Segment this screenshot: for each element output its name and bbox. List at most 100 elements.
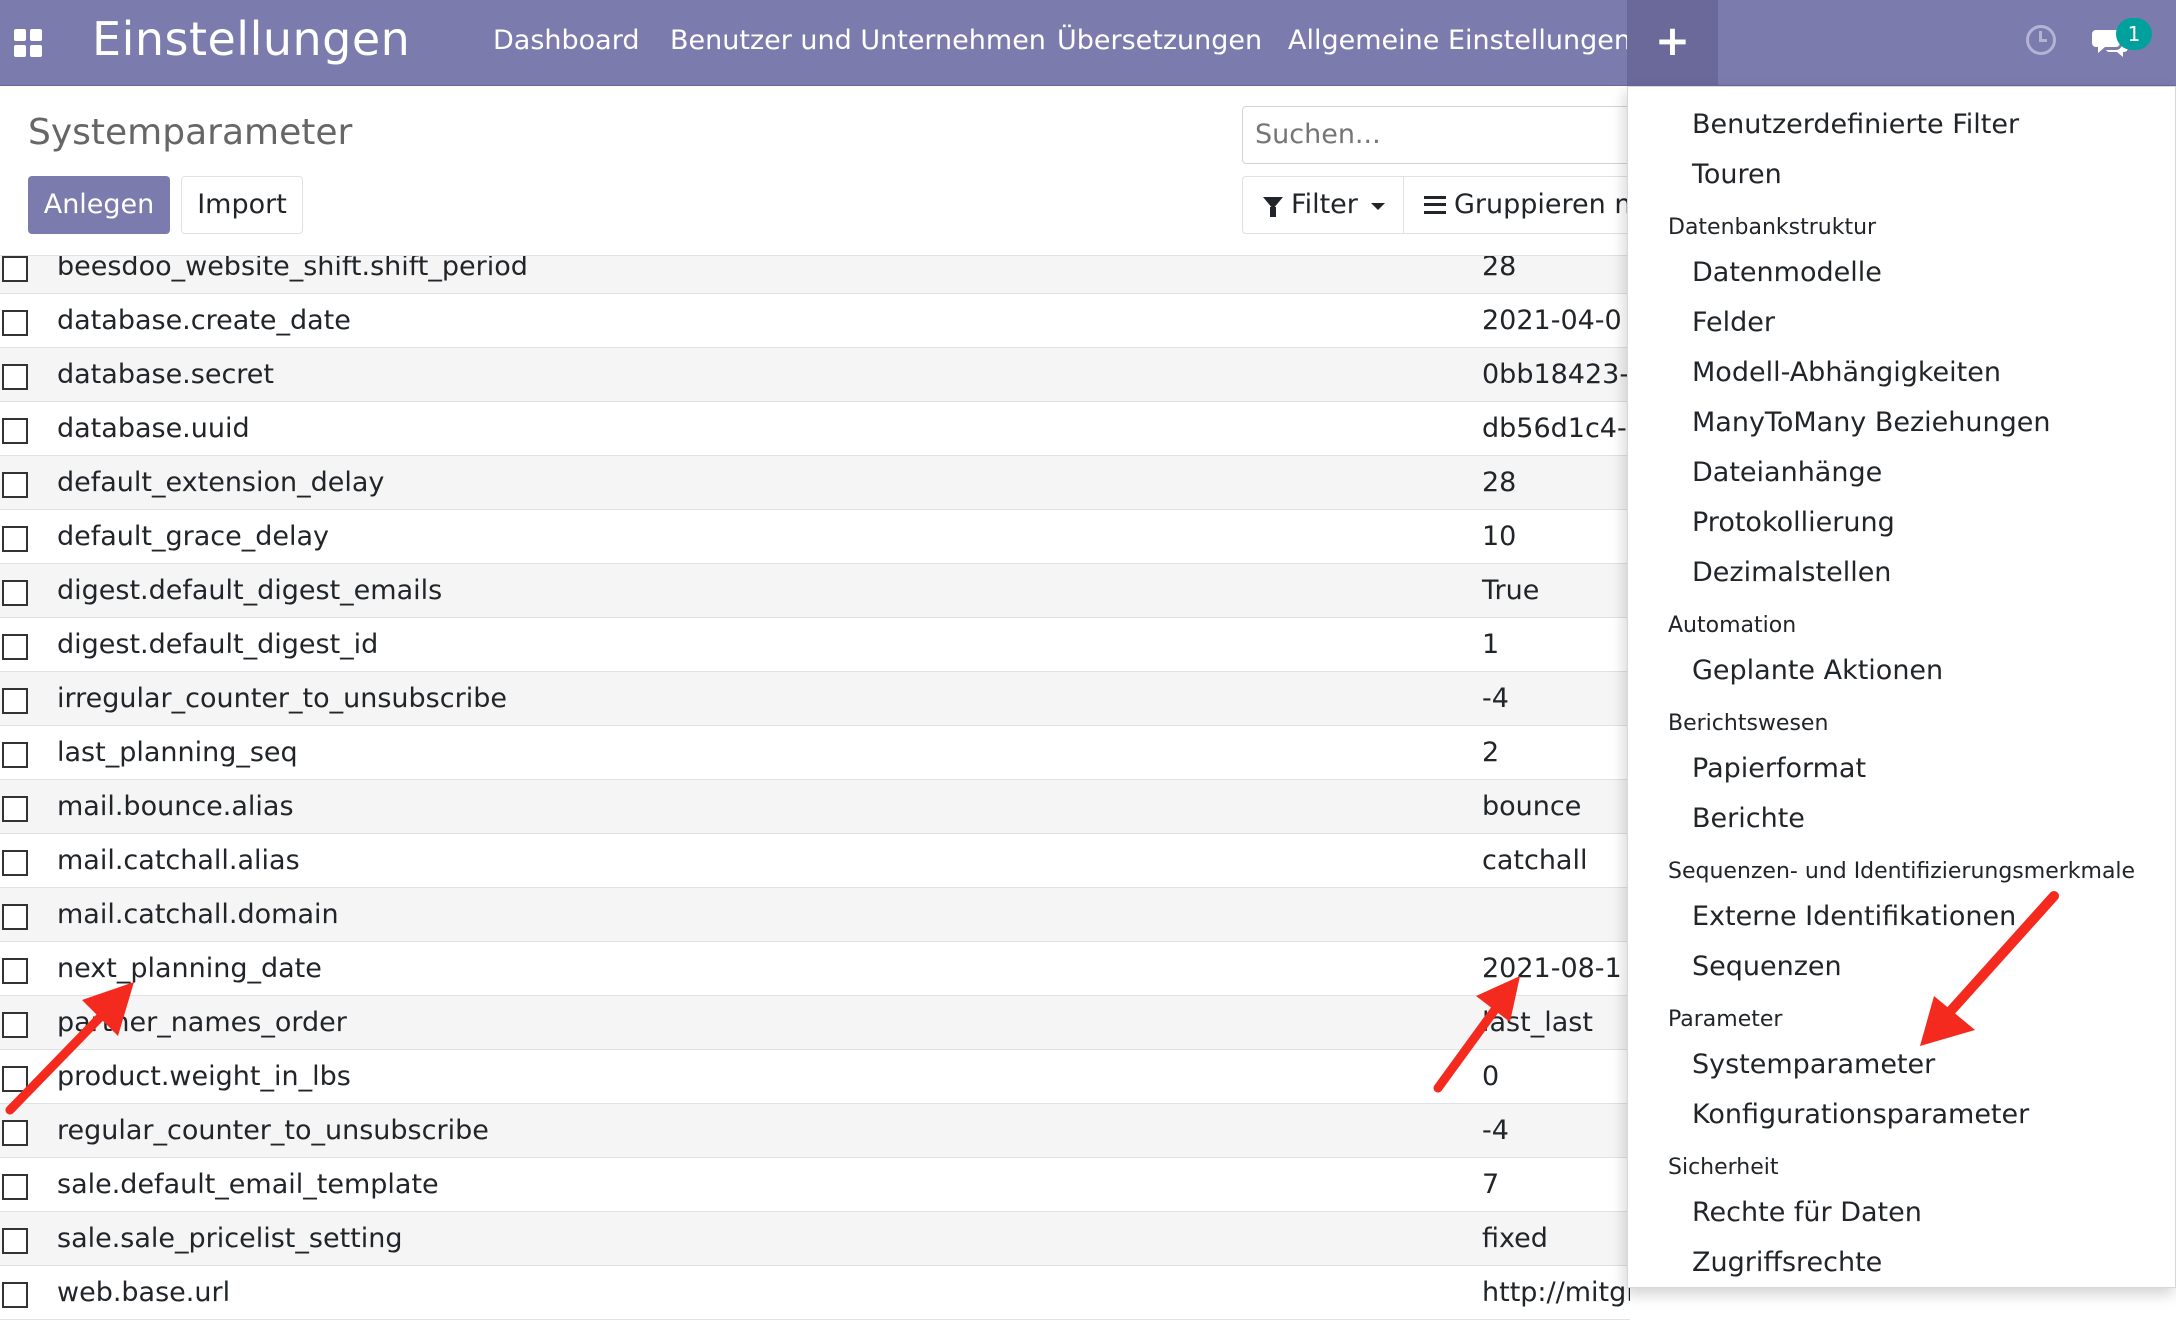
table-row[interactable]: default_grace_delay 10 [0, 510, 1630, 564]
table-row[interactable]: partner_names_order last_last [0, 996, 1630, 1050]
table-row[interactable]: regular_counter_to_unsubscribe -4 [0, 1104, 1630, 1158]
dropdown-item[interactable]: Rechte für Daten [1692, 1197, 1922, 1228]
dropdown-item[interactable]: Dateianhänge [1692, 457, 1882, 488]
table-row[interactable]: last_planning_seq 2 [0, 726, 1630, 780]
menu-general-settings[interactable]: Allgemeine Einstellungen [1288, 25, 1631, 56]
table-row[interactable]: mail.catchall.domain [0, 888, 1630, 942]
search-box[interactable] [1242, 106, 1662, 164]
activity-clock-icon[interactable] [2026, 25, 2056, 55]
dropdown-item[interactable]: Modell-Abhängigkeiten [1692, 357, 2001, 388]
row-checkbox[interactable] [2, 1012, 28, 1038]
table-row[interactable]: irregular_counter_to_unsubscribe -4 [0, 672, 1630, 726]
row-checkbox[interactable] [2, 1174, 28, 1200]
parameter-value: 0 [1482, 1061, 1500, 1092]
parameter-key: digest.default_digest_id [57, 629, 379, 660]
technical-menu-plus-button[interactable]: + [1627, 0, 1718, 86]
table-row[interactable]: next_planning_date 2021-08-1 [0, 942, 1630, 996]
table-row[interactable]: database.uuid db56d1c4- [0, 402, 1630, 456]
row-checkbox[interactable] [2, 958, 28, 984]
table-row[interactable]: sale.sale_pricelist_setting fixed [0, 1212, 1630, 1266]
parameter-key: irregular_counter_to_unsubscribe [57, 683, 507, 714]
row-checkbox[interactable] [2, 364, 28, 390]
dropdown-item[interactable]: Berichte [1692, 803, 1805, 834]
row-checkbox[interactable] [2, 796, 28, 822]
table-row[interactable]: web.base.url http://mitglieder.foodhub-mu… [0, 1266, 1630, 1320]
parameter-value: 10 [1482, 521, 1517, 552]
parameter-key: next_planning_date [57, 953, 322, 984]
parameter-value: 2021-04-0 [1482, 305, 1622, 336]
top-navbar: Einstellungen Dashboard Benutzer und Unt… [0, 0, 2176, 86]
table-row[interactable]: default_extension_delay 28 [0, 456, 1630, 510]
parameter-value: 7 [1482, 1169, 1500, 1200]
parameter-value: last_last [1482, 1007, 1593, 1038]
parameter-value: 2021-08-1 [1482, 953, 1622, 984]
row-checkbox[interactable] [2, 1282, 28, 1308]
parameter-key: digest.default_digest_emails [57, 575, 443, 606]
dropdown-item[interactable]: Externe Identifikationen [1692, 901, 2016, 932]
dropdown-section-header: Automation [1668, 613, 1797, 638]
parameter-value: bounce [1482, 791, 1582, 822]
technical-dropdown-menu: Benutzerdefinierte Filter Touren Datenbank… [1627, 86, 2176, 1288]
apps-grid-icon[interactable] [14, 29, 42, 57]
parameter-key: beesdoo_website_shift.shift_period [57, 256, 528, 282]
row-checkbox[interactable] [2, 580, 28, 606]
dropdown-section-header: Datenbankstruktur [1668, 215, 1877, 240]
parameter-key: mail.catchall.domain [57, 899, 339, 930]
table-row[interactable]: beesdoo_website_shift.shift_period 28 [0, 256, 1630, 294]
row-checkbox[interactable] [2, 472, 28, 498]
parameter-key: database.create_date [57, 305, 351, 336]
parameter-key: database.secret [57, 359, 274, 390]
dropdown-item[interactable]: Geplante Aktionen [1692, 655, 1943, 686]
row-checkbox[interactable] [2, 256, 28, 282]
parameter-list: beesdoo_website_shift.shift_period 28 data… [0, 256, 1630, 1330]
table-row[interactable]: mail.bounce.alias bounce [0, 780, 1630, 834]
row-checkbox[interactable] [2, 634, 28, 660]
dropdown-item[interactable]: Felder [1692, 307, 1775, 338]
dropdown-item[interactable]: Konfigurationsparameter [1692, 1099, 2029, 1130]
dropdown-item[interactable]: Touren [1692, 159, 1782, 190]
table-row[interactable]: digest.default_digest_emails True [0, 564, 1630, 618]
parameter-value: -4 [1482, 1115, 1509, 1146]
row-checkbox[interactable] [2, 742, 28, 768]
create-button[interactable]: Anlegen [28, 176, 170, 234]
parameter-value: 0bb18423- [1482, 359, 1630, 390]
filter-button[interactable]: Filter [1242, 176, 1404, 234]
row-checkbox[interactable] [2, 1120, 28, 1146]
table-row[interactable]: database.create_date 2021-04-0 [0, 294, 1630, 348]
dropdown-item[interactable]: Datenmodelle [1692, 257, 1882, 288]
row-checkbox[interactable] [2, 688, 28, 714]
row-checkbox[interactable] [2, 1228, 28, 1254]
row-checkbox[interactable] [2, 418, 28, 444]
search-input[interactable] [1255, 119, 1635, 150]
caret-down-icon [1371, 203, 1385, 210]
parameter-key: product.weight_in_lbs [57, 1061, 351, 1092]
dropdown-item[interactable]: Dezimalstellen [1692, 557, 1891, 588]
menu-translations[interactable]: Übersetzungen [1057, 25, 1262, 56]
table-row[interactable]: digest.default_digest_id 1 [0, 618, 1630, 672]
row-checkbox[interactable] [2, 904, 28, 930]
row-checkbox[interactable] [2, 850, 28, 876]
parameter-key: partner_names_order [57, 1007, 347, 1038]
table-row[interactable]: mail.catchall.alias catchall [0, 834, 1630, 888]
dropdown-item[interactable]: ManyToMany Beziehungen [1692, 407, 2051, 438]
dropdown-item[interactable]: Systemparameter [1692, 1049, 1935, 1080]
table-row[interactable]: database.secret 0bb18423- [0, 348, 1630, 402]
dropdown-item[interactable]: Benutzerdefinierte Filter [1692, 109, 2019, 140]
parameter-value: -4 [1482, 683, 1509, 714]
row-checkbox[interactable] [2, 310, 28, 336]
table-row[interactable]: product.weight_in_lbs 0 [0, 1050, 1630, 1104]
parameter-value: http://mitglieder.foodhub-muenchen.de [1482, 1277, 1630, 1308]
dropdown-item[interactable]: Sequenzen [1692, 951, 1842, 982]
import-button[interactable]: Import [181, 176, 303, 234]
row-checkbox[interactable] [2, 526, 28, 552]
menu-users-companies[interactable]: Benutzer und Unternehmen [670, 25, 1046, 56]
menu-dashboard[interactable]: Dashboard [493, 25, 639, 56]
row-checkbox[interactable] [2, 1066, 28, 1092]
dropdown-item[interactable]: Zugriffsrechte [1692, 1247, 1882, 1278]
table-row[interactable]: sale.default_email_template 7 [0, 1158, 1630, 1212]
parameter-key: mail.bounce.alias [57, 791, 294, 822]
parameter-value: 1 [1482, 629, 1500, 660]
app-title: Einstellungen [92, 12, 411, 66]
dropdown-item[interactable]: Papierformat [1692, 753, 1866, 784]
dropdown-item[interactable]: Protokollierung [1692, 507, 1895, 538]
